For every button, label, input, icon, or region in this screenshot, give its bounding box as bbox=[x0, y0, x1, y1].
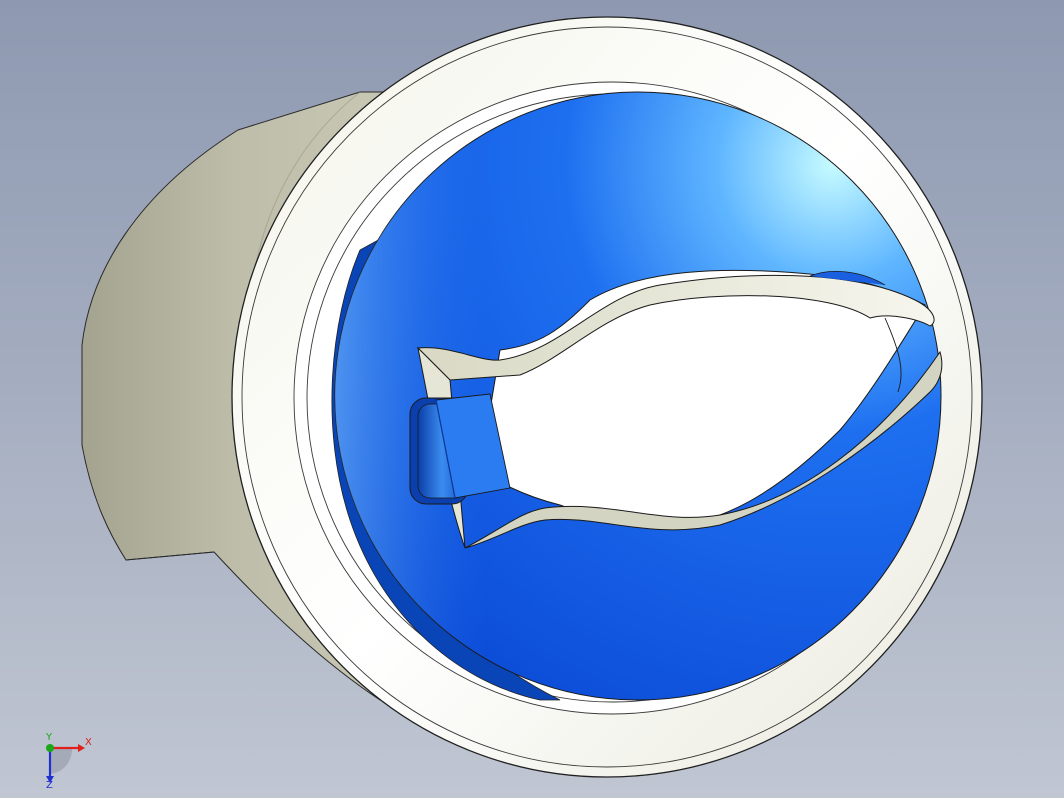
model-view[interactable] bbox=[0, 0, 1064, 798]
z-axis-label: Z bbox=[46, 780, 53, 788]
x-axis-label: X bbox=[85, 737, 92, 748]
y-axis-label: Y bbox=[45, 732, 53, 743]
3d-viewport[interactable]: X Y Z bbox=[0, 0, 1064, 798]
x-axis-arrowhead bbox=[78, 744, 85, 752]
triad-shadow bbox=[50, 748, 72, 774]
axis-triad: X Y Z bbox=[45, 732, 92, 788]
y-axis-dot bbox=[46, 744, 54, 752]
